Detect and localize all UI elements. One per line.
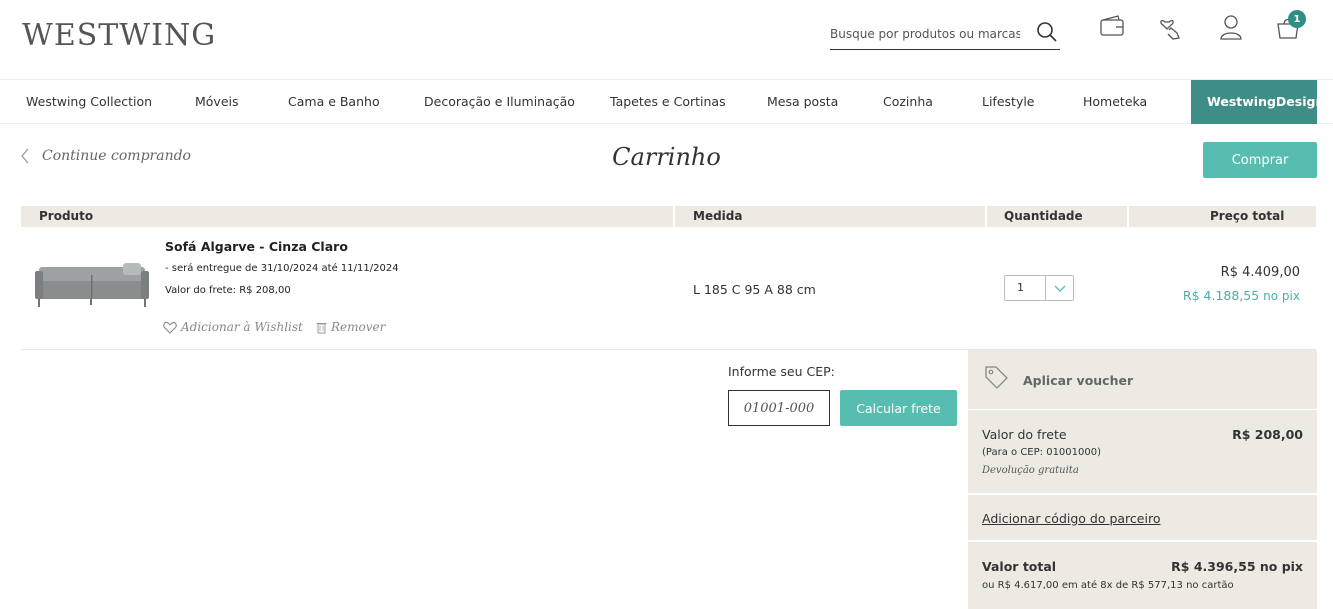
account-icon[interactable] bbox=[1217, 12, 1245, 42]
shipping-value: R$ 208,00 bbox=[1232, 427, 1303, 442]
delivery-estimate: - será entregue de 31/10/2024 até 11/11/… bbox=[165, 263, 399, 274]
add-to-wishlist-link[interactable]: Adicionar à Wishlist bbox=[163, 320, 303, 334]
search-icon[interactable] bbox=[1036, 21, 1058, 47]
header-preco-total: Preço total bbox=[1210, 209, 1285, 223]
wishlist-label: Adicionar à Wishlist bbox=[181, 320, 303, 334]
nav-item-tapetes[interactable]: Tapetes e Cortinas bbox=[610, 80, 726, 124]
shipping-cep-note: (Para o CEP: 01001000) bbox=[982, 447, 1102, 458]
product-dimensions: L 185 C 95 A 88 cm bbox=[693, 282, 816, 297]
tag-icon bbox=[985, 366, 1008, 389]
shipping-label: Valor do frete bbox=[982, 427, 1067, 442]
quantity-select[interactable]: 1 bbox=[1004, 275, 1074, 301]
trash-icon bbox=[316, 322, 327, 333]
wishlist-hand-heart-icon[interactable] bbox=[1157, 12, 1185, 42]
total-label: Valor total bbox=[982, 559, 1057, 574]
remove-item-link[interactable]: Remover bbox=[316, 320, 385, 334]
product-image[interactable] bbox=[35, 257, 149, 309]
cep-label: Informe seu CEP: bbox=[728, 364, 835, 379]
shipping-summary: Valor do frete R$ 208,00 (Para o CEP: 01… bbox=[968, 411, 1317, 495]
total-value: R$ 4.396,55 no pix bbox=[1171, 559, 1303, 574]
product-name[interactable]: Sofá Algarve - Cinza Claro bbox=[165, 239, 348, 254]
item-shipping-cost: Valor do frete: R$ 208,00 bbox=[165, 285, 291, 296]
nav-item-decoracao[interactable]: Decoração e Iluminação bbox=[424, 80, 575, 124]
installment-note: ou R$ 4.617,00 em até 8x de R$ 577,13 no… bbox=[982, 580, 1234, 591]
buy-button[interactable]: Comprar bbox=[1203, 142, 1317, 178]
free-return-note: Devolução gratuita bbox=[982, 465, 1079, 476]
chevron-down-icon[interactable] bbox=[1053, 281, 1067, 295]
header-medida: Medida bbox=[693, 209, 743, 223]
cart-count-badge: 1 bbox=[1288, 10, 1306, 28]
quantity-divider bbox=[1045, 276, 1046, 300]
nav-item-mesa-posta[interactable]: Mesa posta bbox=[767, 80, 838, 124]
order-summary-panel: Aplicar voucher Valor do frete R$ 208,00… bbox=[968, 350, 1317, 609]
cart-icon[interactable]: 1 bbox=[1274, 10, 1306, 42]
remove-label: Remover bbox=[331, 320, 386, 334]
header-divider bbox=[985, 206, 987, 227]
add-partner-code-link[interactable]: Adicionar código do parceiro bbox=[982, 511, 1160, 526]
nav-item-westwingdesign[interactable]: WestwingDesign bbox=[1191, 80, 1324, 124]
cart-item-row: Sofá Algarve - Cinza Claro - será entreg… bbox=[21, 227, 1316, 350]
westwing-logo[interactable]: WESTWING bbox=[22, 18, 216, 53]
header-divider bbox=[1127, 206, 1129, 227]
nav-item-hometeka[interactable]: Hometeka bbox=[1083, 80, 1147, 124]
search-input[interactable] bbox=[830, 20, 1020, 48]
nav-item-cozinha[interactable]: Cozinha bbox=[883, 80, 933, 124]
apply-voucher-label: Aplicar voucher bbox=[1023, 373, 1134, 388]
main-nav: Westwing Collection Móveis Cama e Banho … bbox=[0, 79, 1333, 124]
nav-item-lifestyle[interactable]: Lifestyle bbox=[982, 80, 1035, 124]
nav-item-cama-e-banho[interactable]: Cama e Banho bbox=[288, 80, 380, 124]
pix-suffix: no pix bbox=[1263, 289, 1300, 303]
quantity-value: 1 bbox=[1017, 281, 1024, 294]
cep-input[interactable] bbox=[728, 390, 830, 426]
item-pix-price: R$ 4.188,55 no pix bbox=[1183, 288, 1300, 303]
header-produto: Produto bbox=[39, 209, 94, 223]
header-divider bbox=[673, 206, 675, 227]
page-title: Carrinho bbox=[612, 143, 721, 171]
search-bar[interactable] bbox=[830, 18, 1060, 50]
heart-icon bbox=[163, 321, 177, 334]
total-divider bbox=[968, 540, 1317, 542]
pix-price-value: R$ 4.188,55 bbox=[1182, 288, 1260, 303]
cart-table-header: Produto Medida Quantidade Preço total bbox=[21, 206, 1316, 227]
apply-voucher-section[interactable]: Aplicar voucher bbox=[968, 350, 1317, 410]
nav-item-westwing-collection[interactable]: Westwing Collection bbox=[26, 80, 152, 124]
item-total-price: R$ 4.409,00 bbox=[1220, 265, 1300, 280]
header-quantidade: Quantidade bbox=[1004, 209, 1083, 223]
nav-item-moveis[interactable]: Móveis bbox=[195, 80, 239, 124]
wallet-icon[interactable] bbox=[1098, 12, 1126, 42]
calculate-shipping-button[interactable]: Calcular frete bbox=[840, 390, 957, 426]
